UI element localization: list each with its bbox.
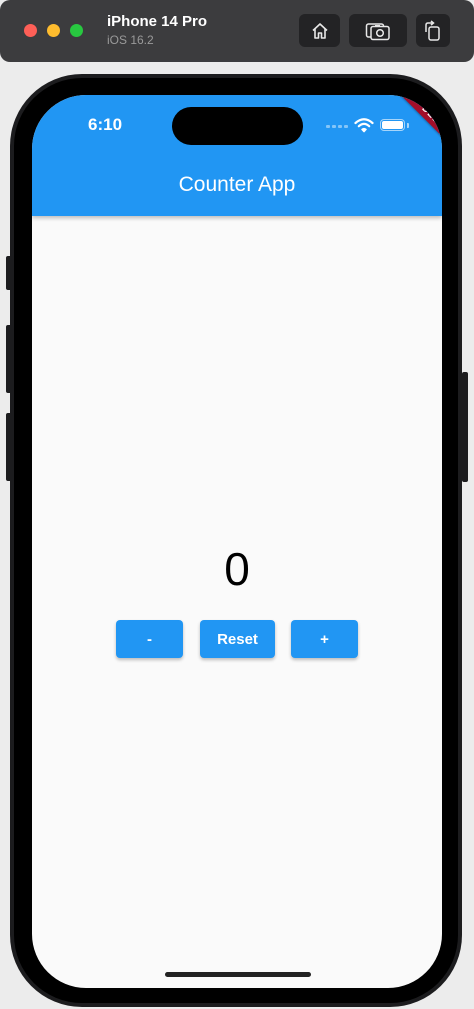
app-bar: 6:10 Counter App [32, 95, 442, 216]
device-name: iPhone 14 Pro [107, 13, 208, 30]
minimize-window-button[interactable] [47, 24, 60, 37]
device-screen: 6:10 Counter App DEBUG 0 - Reset + [32, 95, 442, 988]
simulator-titlebar: iPhone 14 Pro iOS 16.2 [0, 0, 474, 62]
reset-button[interactable]: Reset [200, 620, 275, 658]
app-title: Counter App [178, 173, 296, 196]
screenshot-icon [365, 22, 390, 40]
battery-icon [380, 119, 405, 131]
wifi-icon [354, 118, 374, 133]
home-icon [311, 22, 328, 39]
volume-up-button[interactable] [6, 325, 12, 393]
increment-button[interactable]: + [291, 620, 358, 658]
silent-switch[interactable] [6, 256, 12, 290]
screenshot-button[interactable] [349, 14, 407, 47]
rotate-icon [425, 19, 440, 41]
close-window-button[interactable] [24, 24, 37, 37]
cellular-signal-icon [326, 125, 348, 128]
counter-value: 0 [224, 543, 250, 595]
home-button[interactable] [299, 14, 340, 47]
volume-down-button[interactable] [6, 413, 12, 481]
dynamic-island [172, 107, 303, 145]
device-os-version: iOS 16.2 [107, 33, 154, 47]
zoom-window-button[interactable] [70, 24, 83, 37]
battery-tip [407, 123, 409, 128]
power-button[interactable] [462, 372, 468, 482]
decrement-button[interactable]: - [116, 620, 183, 658]
home-indicator[interactable] [165, 972, 311, 977]
rotate-button[interactable] [416, 14, 450, 47]
status-bar-time: 6:10 [88, 115, 123, 134]
